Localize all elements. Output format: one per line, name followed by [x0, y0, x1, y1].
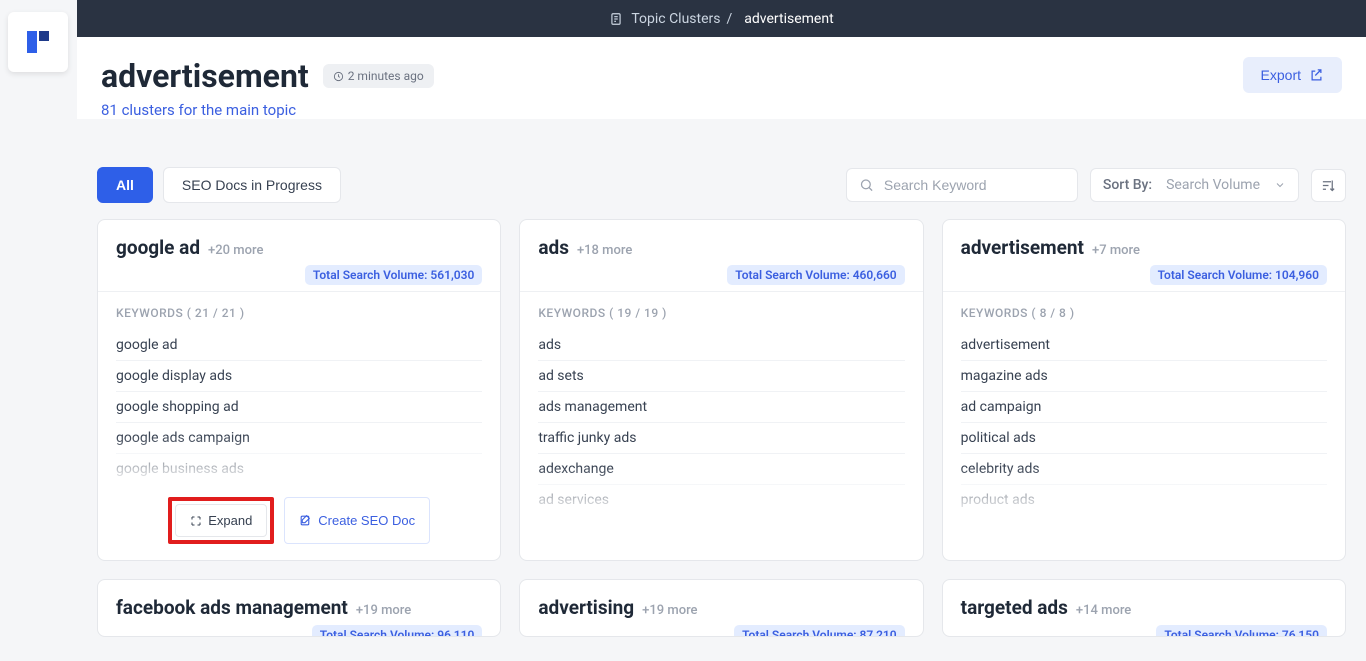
- search-box[interactable]: [846, 168, 1078, 202]
- chevron-down-icon: [1274, 179, 1286, 191]
- keyword-item: ad services: [538, 485, 904, 516]
- card-more-count: +20 more: [208, 243, 263, 258]
- search-input[interactable]: [884, 177, 1065, 193]
- card-more-count: +18 more: [577, 243, 632, 258]
- card-title: facebook ads management: [116, 596, 348, 619]
- filter-tabs: All SEO Docs in Progress: [97, 167, 341, 203]
- keywords-label: KEYWORDS ( 8 / 8 ): [961, 306, 1327, 320]
- filter-all[interactable]: All: [97, 167, 153, 203]
- card-title: advertising: [538, 596, 634, 619]
- keyword-item: ad campaign: [961, 392, 1327, 423]
- page-header-region: advertisement 2 minutes ago 81 clusters …: [77, 37, 1366, 119]
- breadcrumb-current: advertisement: [744, 11, 833, 27]
- card-title: google ad: [116, 236, 200, 259]
- volume-badge: Total Search Volume: 76,150: [1156, 625, 1327, 637]
- card-title: ads: [538, 236, 569, 259]
- cluster-card: advertising +19 more Total Search Volume…: [519, 579, 923, 637]
- card-more-count: +14 more: [1076, 603, 1131, 618]
- keyword-item: political ads: [961, 423, 1327, 454]
- volume-badge: Total Search Volume: 561,030: [305, 265, 482, 285]
- content-area: All SEO Docs in Progress Sort By: Search…: [77, 143, 1366, 661]
- keyword-item: google business ads: [116, 454, 482, 485]
- keywords-label: KEYWORDS ( 21 / 21 ): [116, 306, 482, 320]
- cluster-cards-grid: google ad +20 more Total Search Volume: …: [97, 219, 1346, 637]
- page-subtitle: 81 clusters for the main topic: [101, 101, 434, 119]
- keyword-list: ads ad sets ads management traffic junky…: [538, 330, 904, 516]
- cluster-card: advertisement +7 more Total Search Volum…: [942, 219, 1346, 561]
- create-seo-doc-button[interactable]: Create SEO Doc: [284, 497, 430, 544]
- keyword-item: google ads campaign: [116, 423, 482, 454]
- keywords-label: KEYWORDS ( 19 / 19 ): [538, 306, 904, 320]
- keyword-item: traffic junky ads: [538, 423, 904, 454]
- app-logo: [8, 12, 68, 72]
- expand-button[interactable]: Expand: [175, 504, 267, 537]
- card-more-count: +19 more: [356, 603, 411, 618]
- export-button[interactable]: Export: [1243, 57, 1342, 93]
- filter-seo-docs[interactable]: SEO Docs in Progress: [163, 167, 341, 203]
- keyword-item: adexchange: [538, 454, 904, 485]
- sort-icon: [1321, 178, 1336, 193]
- volume-badge: Total Search Volume: 96,110: [312, 625, 483, 637]
- keyword-item: google shopping ad: [116, 392, 482, 423]
- cluster-card: google ad +20 more Total Search Volume: …: [97, 219, 501, 561]
- card-title: targeted ads: [961, 596, 1068, 619]
- breadcrumb-bar: Topic Clusters / advertisement: [77, 0, 1366, 37]
- sort-direction-button[interactable]: [1311, 169, 1346, 202]
- volume-badge: Total Search Volume: 460,660: [727, 265, 904, 285]
- keyword-item: ads management: [538, 392, 904, 423]
- card-more-count: +19 more: [642, 603, 697, 618]
- keyword-item: advertisement: [961, 330, 1327, 361]
- cluster-card: ads +18 more Total Search Volume: 460,66…: [519, 219, 923, 561]
- search-icon: [859, 177, 874, 193]
- expand-icon: [190, 515, 202, 527]
- document-icon: [609, 12, 623, 26]
- export-icon: [1309, 68, 1324, 83]
- clock-icon: [333, 71, 344, 82]
- keyword-item: product ads: [961, 485, 1327, 516]
- keyword-list: advertisement magazine ads ad campaign p…: [961, 330, 1327, 516]
- page-title: advertisement: [101, 57, 309, 95]
- time-badge: 2 minutes ago: [323, 64, 434, 88]
- keyword-item: celebrity ads: [961, 454, 1327, 485]
- keyword-item: ads: [538, 330, 904, 361]
- keyword-item: ad sets: [538, 361, 904, 392]
- card-title: advertisement: [961, 236, 1084, 259]
- logo-icon: [24, 28, 52, 56]
- volume-badge: Total Search Volume: 87,210: [734, 625, 905, 637]
- edit-icon: [299, 514, 312, 527]
- breadcrumb-section[interactable]: Topic Clusters: [631, 11, 720, 27]
- highlight-annotation: Expand: [168, 497, 274, 544]
- keyword-item: google display ads: [116, 361, 482, 392]
- cluster-card: facebook ads management +19 more Total S…: [97, 579, 501, 637]
- cluster-card: targeted ads +14 more Total Search Volum…: [942, 579, 1346, 637]
- card-more-count: +7 more: [1092, 243, 1140, 258]
- breadcrumb-separator: /: [727, 11, 733, 27]
- sort-dropdown[interactable]: Sort By: Search Volume: [1090, 168, 1299, 202]
- keyword-list: google ad google display ads google shop…: [116, 330, 482, 485]
- keyword-item: magazine ads: [961, 361, 1327, 392]
- keyword-item: google ad: [116, 330, 482, 361]
- volume-badge: Total Search Volume: 104,960: [1150, 265, 1327, 285]
